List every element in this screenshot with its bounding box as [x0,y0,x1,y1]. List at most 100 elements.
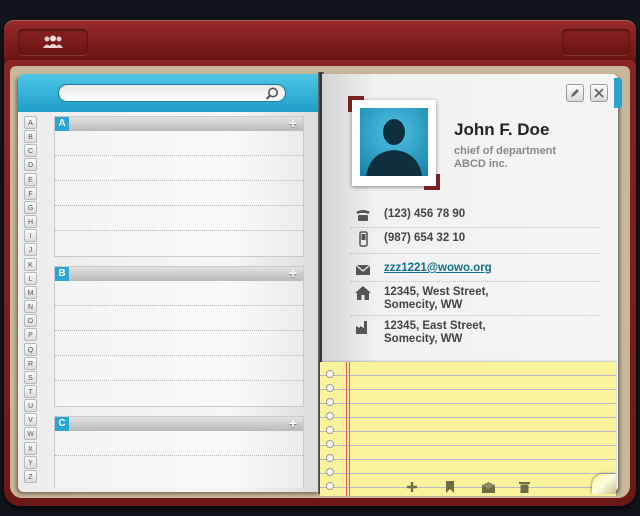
alpha-t[interactable]: T [24,384,37,398]
alpha-l[interactable]: L [24,271,37,285]
list-item[interactable] [55,156,303,181]
alpha-h[interactable]: H [24,215,37,229]
alpha-o[interactable]: O [24,314,37,328]
alpha-b[interactable]: B [24,130,37,144]
home-address-row[interactable]: 12345, West Street, Somecity, WW [350,284,600,316]
top-right-button[interactable] [562,29,630,55]
alpha-x[interactable]: X [24,441,37,455]
alpha-r[interactable]: R [24,356,37,370]
list-item[interactable] [55,456,303,481]
work-address-row[interactable]: 12345, East Street, Somecity, WW [350,318,600,350]
search-icon[interactable] [264,86,280,102]
alpha-s[interactable]: S [24,370,37,384]
phone-row[interactable]: (123) 456 78 90 [350,206,600,228]
list-item[interactable] [55,231,303,256]
work-address-line1: 12345, East Street, [384,320,486,332]
bookmark-button[interactable] [442,479,458,495]
alpha-m[interactable]: M [24,285,37,299]
section-header: A + [55,116,303,131]
list-item[interactable] [55,131,303,156]
notepad-ring [326,370,334,378]
search-input[interactable] [58,84,286,102]
alpha-y[interactable]: Y [24,455,37,469]
pencil-icon [571,89,579,97]
edit-button[interactable] [566,84,584,102]
section-header: B + [55,266,303,281]
left-page: A B C D E F G H I J K L M N O P Q R S T … [18,74,320,492]
trash-icon [518,482,530,493]
alpha-c[interactable]: C [24,144,37,158]
alpha-v[interactable]: V [24,413,37,427]
alpha-q[interactable]: Q [24,342,37,356]
alpha-g[interactable]: G [24,200,37,214]
person-silhouette-icon [366,119,422,176]
notepad[interactable] [320,362,616,496]
add-note-button[interactable] [404,479,420,495]
notepad-ring [326,454,334,462]
contact-title: chief of department [454,145,557,157]
alpha-k[interactable]: K [24,257,37,271]
factory-icon [356,321,367,334]
alpha-f[interactable]: F [24,186,37,200]
mail-icon [355,264,371,275]
contact-photo-frame[interactable] [348,96,440,190]
section-header: C + [55,416,303,431]
list-item[interactable] [55,181,303,206]
notepad-ring [326,412,334,420]
alpha-d[interactable]: D [24,158,37,172]
phone-icon [356,210,370,221]
delete-note-button[interactable] [516,479,532,495]
list-item[interactable] [55,281,303,306]
alpha-j[interactable]: J [24,243,37,257]
notepad-ring [326,398,334,406]
people-icon [43,35,63,48]
section-a: A + [54,116,304,257]
mobile-row[interactable]: (987) 654 32 10 [350,230,600,254]
mobile-number: (987) 654 32 10 [384,232,466,244]
section-letter: A [55,117,69,131]
list-item[interactable] [55,306,303,331]
contacts-button[interactable] [18,29,88,55]
mobile-phone-icon [359,231,368,247]
email-link[interactable]: zzz1221@wowo.org [384,262,492,275]
notepad-ring [326,426,334,434]
email-row[interactable]: zzz1221@wowo.org [350,260,600,282]
page-tab [614,78,622,108]
alpha-p[interactable]: P [24,328,37,342]
alpha-n[interactable]: N [24,300,37,314]
add-contact-button[interactable]: + [286,116,300,131]
notepad-ring [326,384,334,392]
close-button[interactable] [590,84,608,102]
alpha-i[interactable]: I [24,229,37,243]
alpha-a[interactable]: A [24,116,37,129]
list-item[interactable] [55,381,303,406]
work-address-line2: Somecity, WW [384,333,463,345]
page-curl[interactable] [592,474,616,494]
home-icon [355,286,371,300]
notepad-margin [349,362,350,496]
notepad-ring [326,440,334,448]
notepad-ring [326,482,334,490]
phone-number: (123) 456 78 90 [384,208,466,220]
bookmark-icon [446,481,454,493]
list-item[interactable] [55,331,303,356]
section-b: B + [54,266,304,407]
photo-corner [424,174,440,190]
alpha-u[interactable]: U [24,399,37,413]
alpha-w[interactable]: W [24,427,37,441]
add-contact-button[interactable]: + [286,416,300,431]
alpha-e[interactable]: E [24,172,37,186]
send-note-button[interactable] [480,479,496,495]
contact-name: John F. Doe [454,120,550,139]
alpha-z[interactable]: Z [24,469,37,483]
top-bar [4,20,636,64]
home-address-line1: 12345, West Street, [384,286,489,298]
mail-icon [481,481,495,493]
notepad-margin [346,362,347,496]
add-icon [407,482,417,492]
alphabet-index: A B C D E F G H I J K L M N O P Q R S T … [24,116,38,484]
add-contact-button[interactable]: + [286,266,300,281]
list-item[interactable] [55,206,303,231]
list-item[interactable] [55,431,303,456]
list-item[interactable] [55,356,303,381]
